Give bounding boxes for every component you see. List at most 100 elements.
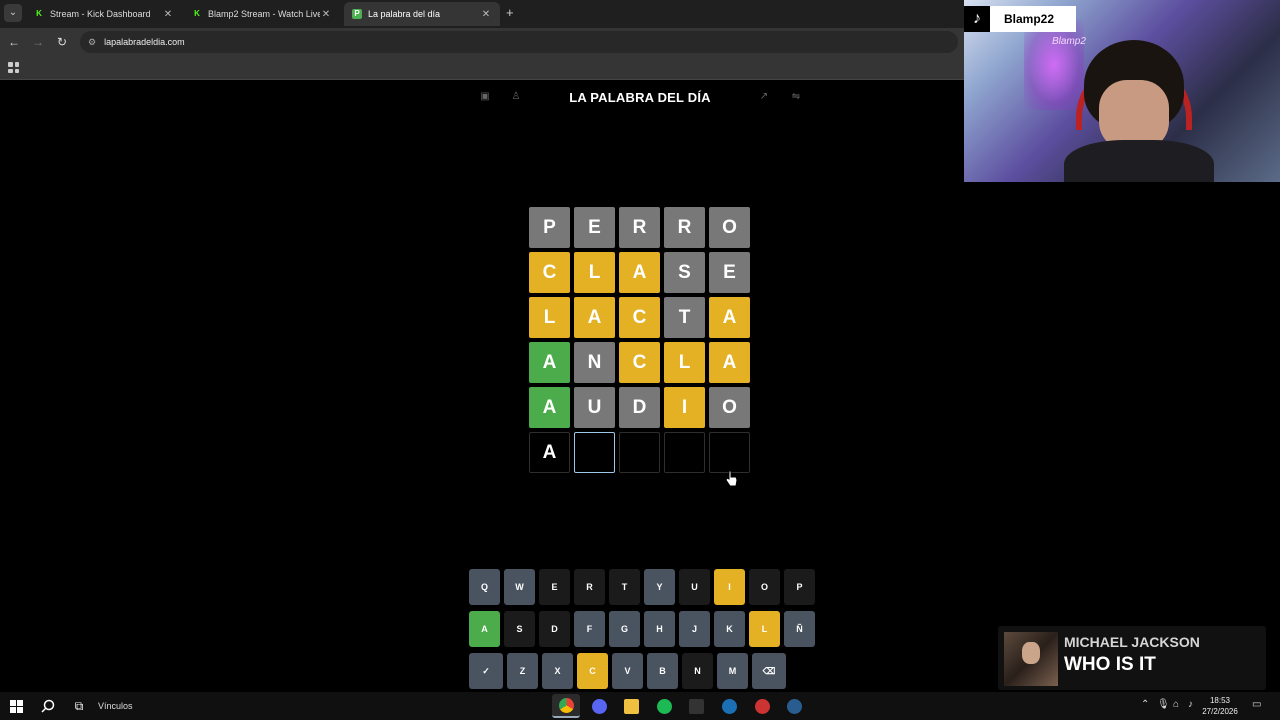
- key-n[interactable]: N: [682, 653, 713, 689]
- board-tile: I: [664, 387, 705, 428]
- key-y[interactable]: Y: [644, 569, 675, 605]
- key-i[interactable]: I: [714, 569, 745, 605]
- key-j[interactable]: J: [679, 611, 710, 647]
- chrome-app-icon[interactable]: [552, 694, 580, 718]
- kick-icon: K: [194, 9, 200, 18]
- file-explorer-icon[interactable]: [617, 694, 645, 718]
- close-tab-icon[interactable]: ✕: [162, 9, 174, 20]
- apps-grid-icon[interactable]: [8, 62, 19, 73]
- key-b[interactable]: B: [647, 653, 678, 689]
- board-tile: E: [709, 252, 750, 293]
- back-icon[interactable]: ←: [6, 34, 22, 50]
- tiktok-badge: ♪ Blamp22: [964, 6, 1076, 32]
- forward-icon[interactable]: →: [30, 34, 46, 50]
- browser-tab[interactable]: P La palabra del día ✕: [344, 2, 500, 26]
- epic-games-icon[interactable]: [682, 694, 710, 718]
- key-s[interactable]: S: [504, 611, 535, 647]
- browser-tab[interactable]: K Blamp2 Stream - Watch Live on✕: [184, 2, 340, 26]
- kick-icon: K: [36, 9, 42, 18]
- song-title: WHO IS IT: [1064, 654, 1156, 675]
- game-header: ▣ ♙ LA PALABRA DEL DÍA ↗ ⇋: [470, 84, 810, 112]
- tab-label: La palabra del día: [368, 9, 441, 19]
- steam-app-icon-2[interactable]: [780, 694, 808, 718]
- obs-app-icon[interactable]: [748, 694, 776, 718]
- steam-app-icon[interactable]: [715, 694, 743, 718]
- new-tab-button[interactable]: +: [506, 5, 514, 20]
- microphone-icon[interactable]: 🎙: [1157, 699, 1170, 710]
- reload-icon[interactable]: ↻: [54, 34, 70, 50]
- notifications-icon[interactable]: ▭: [1252, 699, 1261, 710]
- stats-icon[interactable]: ↗: [757, 90, 771, 104]
- key-ñ[interactable]: Ñ: [784, 611, 815, 647]
- keyboard-row: QWERTYUIOP: [469, 569, 815, 605]
- game-board: PERROCLASELACTAANCLAAUDIOA: [529, 207, 750, 473]
- board-tile: [664, 432, 705, 473]
- tray-overflow-icon[interactable]: ⌃: [1141, 699, 1149, 710]
- hand-cursor-icon: [725, 470, 738, 487]
- board-tile: [709, 432, 750, 473]
- volume-icon[interactable]: ♪: [1188, 699, 1193, 710]
- task-view-icon[interactable]: ⧉: [71, 698, 87, 714]
- address-toolbar: ← → ↻ ⚙ lapalabradeldia.com: [0, 28, 964, 56]
- now-playing-overlay: MICHAEL JACKSON WHO IS IT: [998, 626, 1266, 690]
- key-f[interactable]: F: [574, 611, 605, 647]
- board-tile: O: [709, 207, 750, 248]
- key-g[interactable]: G: [609, 611, 640, 647]
- tab-label: Blamp2 Stream - Watch Live on: [208, 9, 320, 19]
- close-tab-icon[interactable]: ✕: [480, 9, 492, 20]
- key-q[interactable]: Q: [469, 569, 500, 605]
- spotify-app-icon[interactable]: [650, 694, 678, 718]
- board-tile: S: [664, 252, 705, 293]
- key-m[interactable]: M: [717, 653, 748, 689]
- key-u[interactable]: U: [679, 569, 710, 605]
- key-z[interactable]: Z: [507, 653, 538, 689]
- enter-key[interactable]: ✓: [469, 653, 503, 689]
- discord-app-icon[interactable]: [585, 694, 613, 718]
- key-v[interactable]: V: [612, 653, 643, 689]
- tiktok-icon: ♪: [964, 6, 990, 32]
- board-tile: A: [619, 252, 660, 293]
- settings-icon[interactable]: ⇋: [789, 90, 803, 104]
- board-tile: R: [619, 207, 660, 248]
- board-tile: A: [529, 432, 570, 473]
- board-tile: A: [709, 297, 750, 338]
- site-info-icon[interactable]: ⚙: [88, 37, 96, 48]
- links-toolbar-label[interactable]: Vínculos: [98, 701, 133, 711]
- board-tile: C: [619, 297, 660, 338]
- address-bar[interactable]: ⚙ lapalabradeldia.com: [80, 31, 958, 53]
- backspace-key[interactable]: ⌫: [752, 653, 786, 689]
- browser-tab[interactable]: K Stream - Kick Dashboard ✕: [26, 2, 182, 26]
- key-c[interactable]: C: [577, 653, 608, 689]
- key-h[interactable]: H: [644, 611, 675, 647]
- board-tile: T: [664, 297, 705, 338]
- board-tile: U: [574, 387, 615, 428]
- key-d[interactable]: D: [539, 611, 570, 647]
- key-t[interactable]: T: [609, 569, 640, 605]
- board-tile: R: [664, 207, 705, 248]
- key-x[interactable]: X: [542, 653, 573, 689]
- board-tile: L: [529, 297, 570, 338]
- system-clock[interactable]: 18:53 27/2/2026: [1202, 695, 1238, 717]
- key-e[interactable]: E: [539, 569, 570, 605]
- tab-search-button[interactable]: ⌄: [4, 4, 22, 22]
- key-a[interactable]: A: [469, 611, 500, 647]
- clock-date: 27/2/2026: [1202, 707, 1238, 716]
- network-icon[interactable]: ⌂: [1173, 699, 1179, 710]
- key-l[interactable]: L: [749, 611, 780, 647]
- key-p[interactable]: P: [784, 569, 815, 605]
- key-k[interactable]: K: [714, 611, 745, 647]
- key-r[interactable]: R: [574, 569, 605, 605]
- webcam-overlay: Blamp2 ♪ Blamp22: [964, 0, 1280, 182]
- board-tile: C: [619, 342, 660, 383]
- search-icon[interactable]: [40, 698, 56, 714]
- board-tile: [574, 432, 615, 473]
- board-tile: N: [574, 342, 615, 383]
- close-tab-icon[interactable]: ✕: [320, 9, 332, 20]
- url-text: lapalabradeldia.com: [104, 37, 185, 47]
- windows-taskbar: ⧉ Vínculos ⌃ 🎙 ⌂ ♪ 18:53 27/2/2026 ▭: [0, 692, 1280, 720]
- album-art: [1004, 632, 1058, 686]
- key-w[interactable]: W: [504, 569, 535, 605]
- board-tile: A: [709, 342, 750, 383]
- key-o[interactable]: O: [749, 569, 780, 605]
- windows-start-icon[interactable]: [8, 698, 24, 714]
